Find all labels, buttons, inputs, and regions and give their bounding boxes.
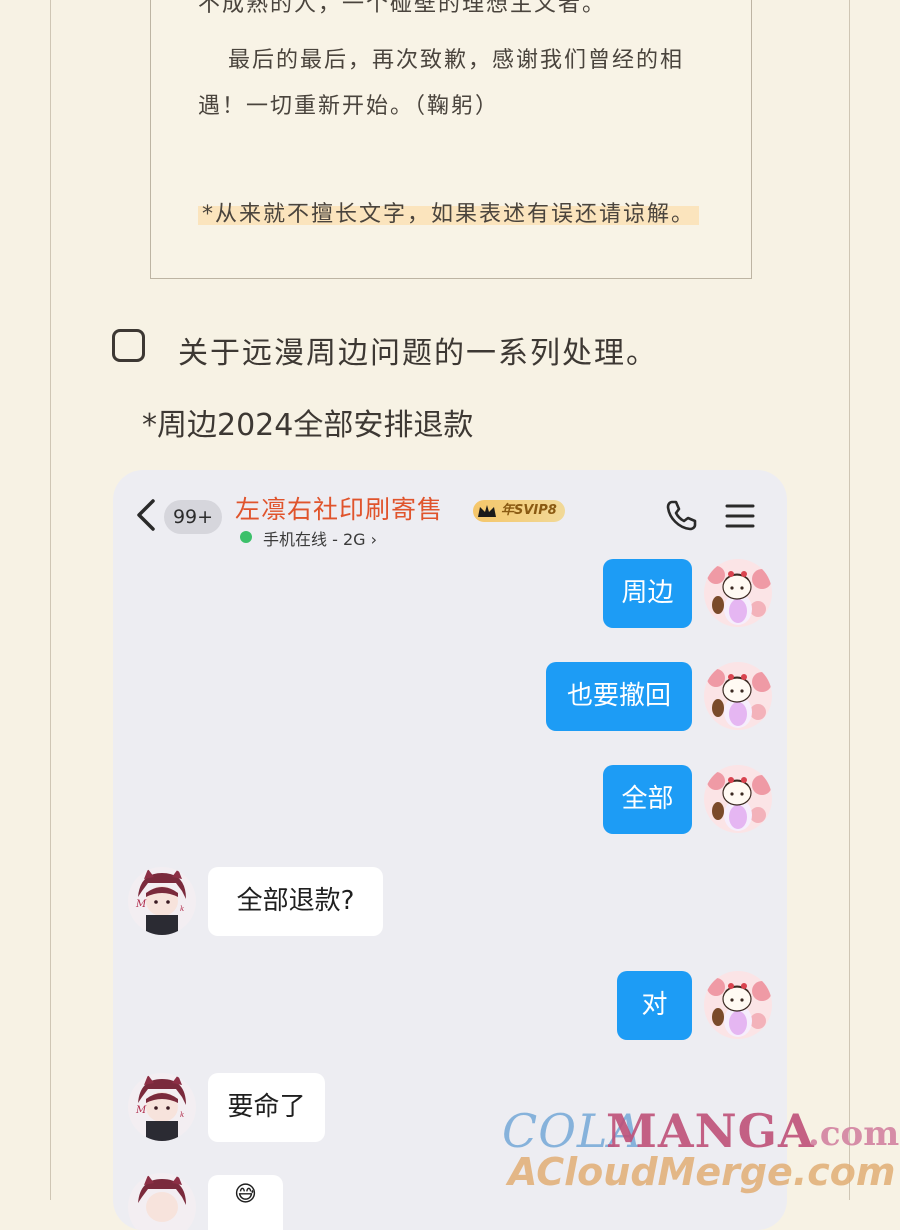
frame-line-right xyxy=(849,0,850,1200)
letter-line: 最后的最后，再次致歉，感谢我们曾经的相 xyxy=(228,48,685,73)
letter-line: 遇！一切重新开始。（鞠躬） xyxy=(198,94,500,119)
self-avatar[interactable] xyxy=(704,559,772,627)
watermark-com: .com xyxy=(808,1114,900,1154)
self-avatar-image xyxy=(704,765,772,833)
letter-line: 不成熟的人，一个碰壁的理想主义者。 xyxy=(198,0,607,17)
message-bubble-outgoing[interactable]: 也要撤回 xyxy=(546,662,692,731)
contact-avatar[interactable]: M k xyxy=(128,1073,196,1141)
menu-icon[interactable] xyxy=(725,503,755,529)
chat-title[interactable]: 左凛右社印刷寄售 xyxy=(235,490,443,526)
svg-text:k: k xyxy=(180,905,184,913)
message-bubble-outgoing[interactable]: 全部 xyxy=(603,765,692,834)
svip-badge-label: 年SVIP8 xyxy=(501,503,557,518)
svg-text:k: k xyxy=(180,1111,184,1119)
self-avatar-image xyxy=(704,662,772,730)
online-status-dot xyxy=(240,531,252,543)
message-bubble-outgoing[interactable]: 对 xyxy=(617,971,692,1040)
online-status-text[interactable]: 手机在线 - 2G › xyxy=(263,526,377,550)
message-bubble-incoming[interactable]: 要命了 xyxy=(208,1073,325,1142)
frame-line-left xyxy=(50,0,51,1200)
refund-note: *周边2024全部安排退款 xyxy=(142,408,474,443)
message-bubble-outgoing[interactable]: 周边 xyxy=(603,559,692,628)
todo-item-label: 关于远漫周边问题的一系列处理。 xyxy=(178,336,658,371)
crown-icon xyxy=(478,505,496,517)
svg-text:M: M xyxy=(135,899,147,910)
watermark-acloudmerge: ACloudMerge.com xyxy=(508,1150,896,1194)
phone-icon[interactable] xyxy=(663,498,699,534)
self-avatar[interactable] xyxy=(704,662,772,730)
self-avatar-image xyxy=(704,559,772,627)
svg-text:M: M xyxy=(135,1105,147,1116)
contact-avatar-image: M k xyxy=(128,1073,196,1141)
self-avatar-image xyxy=(704,971,772,1039)
chat-header: 99+ 左凛右社印刷寄售 年SVIP8 手机在线 - 2G › xyxy=(113,470,787,556)
back-chevron-icon[interactable] xyxy=(135,498,157,532)
message-bubble-incoming[interactable]: 全部退款? xyxy=(208,867,383,936)
contact-avatar-image: M k xyxy=(128,867,196,935)
message-bubble-incoming[interactable]: 😅 xyxy=(208,1175,283,1230)
svip-badge: 年SVIP8 xyxy=(473,500,565,522)
self-avatar[interactable] xyxy=(704,765,772,833)
letter-footnote: *从来就不擅长文字，如果表述有误还请谅解。 xyxy=(198,196,700,228)
contact-avatar[interactable]: M k xyxy=(128,867,196,935)
highlighted-footnote: *从来就不擅长文字，如果表述有误还请谅解。 xyxy=(198,202,700,227)
self-avatar[interactable] xyxy=(704,971,772,1039)
unread-count-badge[interactable]: 99+ xyxy=(164,500,222,534)
todo-checkbox[interactable] xyxy=(112,329,145,362)
contact-avatar-image xyxy=(128,1173,196,1230)
contact-avatar[interactable] xyxy=(128,1173,196,1230)
